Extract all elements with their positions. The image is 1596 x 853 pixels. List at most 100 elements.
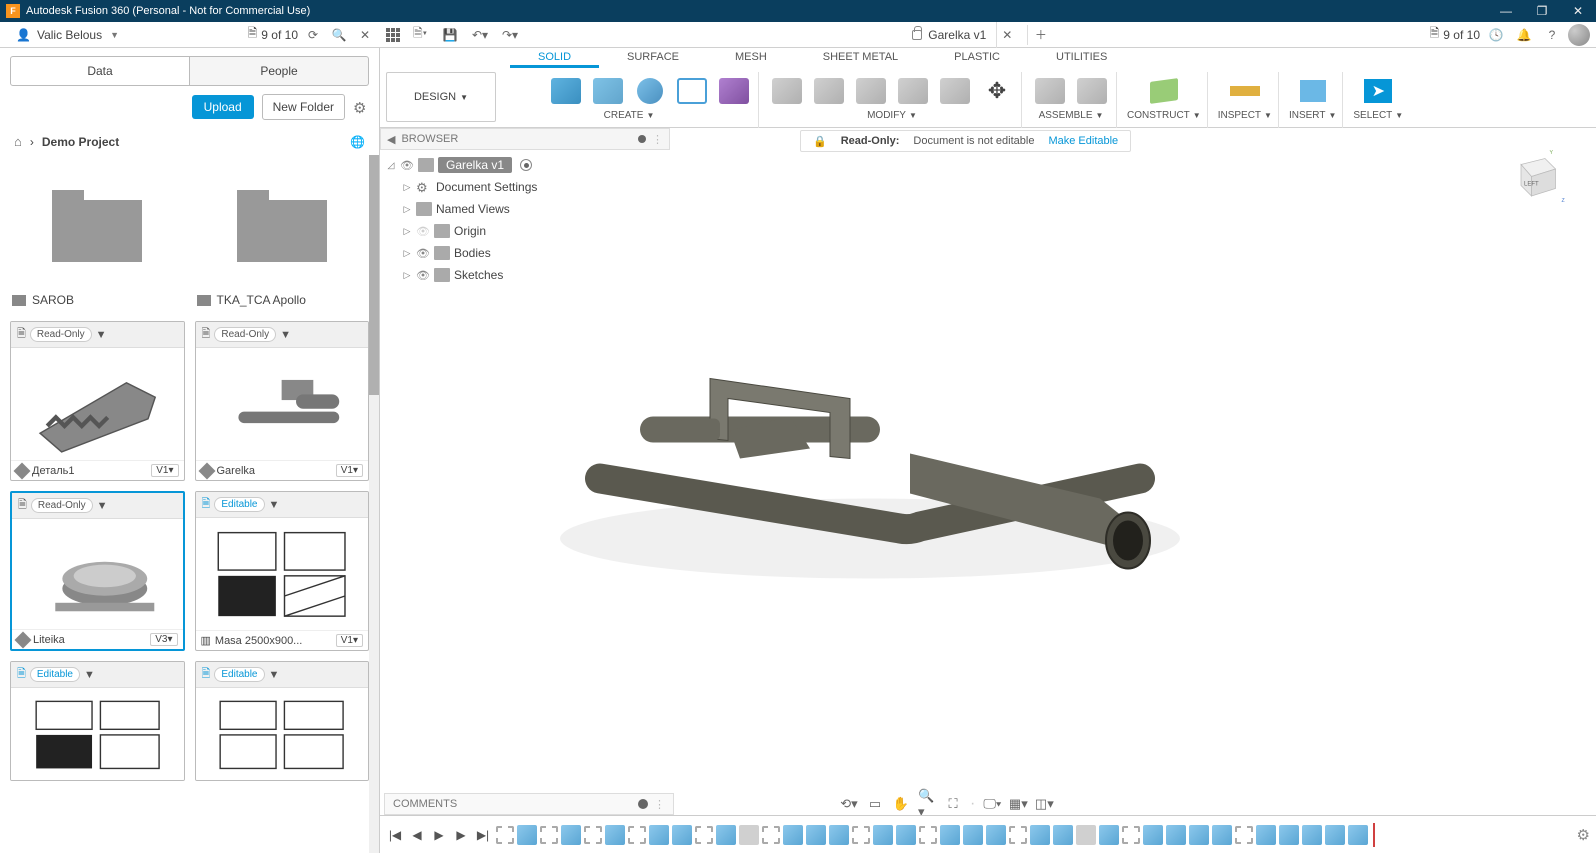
breadcrumb-project[interactable]: Demo Project xyxy=(42,135,119,149)
combine-button[interactable] xyxy=(895,73,931,109)
tree-item-named-views[interactable]: ▷ Named Views xyxy=(380,198,670,220)
timeline-play-button[interactable]: ▶ xyxy=(430,828,448,842)
visibility-icon[interactable]: 👁 xyxy=(416,269,430,282)
twisty-icon[interactable]: ▷ xyxy=(402,248,412,259)
timeline-step[interactable] xyxy=(540,826,558,844)
timeline-step[interactable] xyxy=(496,826,514,844)
timeline-step[interactable] xyxy=(1212,825,1232,845)
timeline-steps[interactable] xyxy=(496,823,1567,847)
pan-button[interactable]: ✋ xyxy=(892,795,910,813)
select-button[interactable]: ➤ xyxy=(1360,73,1396,109)
user-menu[interactable]: 👤 Valic Belous ▼ xyxy=(8,28,127,42)
fit-button[interactable]: ⛶ xyxy=(944,795,962,813)
timeline-step[interactable] xyxy=(1009,826,1027,844)
zoom-button[interactable]: 🔍▾ xyxy=(918,795,936,813)
twisty-icon[interactable]: ▷ xyxy=(402,182,412,193)
timeline-step[interactable] xyxy=(986,825,1006,845)
timeline-step[interactable] xyxy=(561,825,581,845)
joint-button[interactable] xyxy=(1074,73,1110,109)
ribbon-tab-surface[interactable]: SURFACE xyxy=(599,48,707,68)
timeline-step[interactable] xyxy=(1348,825,1368,845)
timeline-step[interactable] xyxy=(716,825,736,845)
timeline-step[interactable] xyxy=(940,825,960,845)
visibility-icon[interactable]: 👁 xyxy=(400,159,414,172)
timeline-step[interactable] xyxy=(852,826,870,844)
redo-button[interactable]: ↷▾ xyxy=(500,25,520,45)
activate-icon[interactable] xyxy=(520,159,532,171)
document-tab[interactable]: Garelka v1 xyxy=(902,22,997,48)
timeline-step[interactable] xyxy=(1235,826,1253,844)
measure-button[interactable] xyxy=(1227,73,1263,109)
close-panel-button[interactable]: ✕ xyxy=(354,24,376,46)
timeline-forward-button[interactable]: ▶ xyxy=(452,828,470,842)
timeline-step[interactable] xyxy=(1256,825,1276,845)
timeline-step[interactable] xyxy=(1030,825,1050,845)
ribbon-tab-solid[interactable]: SOLID xyxy=(510,48,599,68)
timeline-step[interactable] xyxy=(1302,825,1322,845)
ribbon-tab-plastic[interactable]: PLASTIC xyxy=(926,48,1028,68)
twisty-icon[interactable]: ▷ xyxy=(402,204,412,215)
new-folder-button[interactable]: New Folder xyxy=(262,94,345,120)
timeline-start-button[interactable]: |◀ xyxy=(386,828,404,842)
window-restore-button[interactable]: ❐ xyxy=(1524,0,1560,22)
twisty-icon[interactable]: ▷ xyxy=(402,226,412,237)
comments-panel[interactable]: COMMENTS ⋮ xyxy=(384,793,674,815)
design-card[interactable]: 🗎Editable▼ xyxy=(195,661,370,781)
timeline-step[interactable] xyxy=(739,825,759,845)
split-button[interactable] xyxy=(937,73,973,109)
timeline-step[interactable] xyxy=(963,825,983,845)
new-tab-button[interactable]: ＋ xyxy=(1027,25,1047,45)
design-card[interactable]: 🗎Editable▼ ▥Masa 2500x900...V1▾ xyxy=(195,491,370,651)
visibility-icon[interactable]: 👁 xyxy=(416,225,430,238)
grid-settings-button[interactable]: ▦▾ xyxy=(1009,795,1027,813)
plane-button[interactable] xyxy=(1146,73,1182,109)
twisty-icon[interactable]: ▷ xyxy=(402,270,412,281)
make-editable-link[interactable]: Make Editable xyxy=(1048,135,1118,147)
timeline-step[interactable] xyxy=(806,825,826,845)
timeline-back-button[interactable]: ◀ xyxy=(408,828,426,842)
design-card[interactable]: 🗎Read-Only▼ GarelkaV1▾ xyxy=(195,321,370,481)
look-at-button[interactable]: ▭ xyxy=(866,795,884,813)
drag-handle-icon[interactable]: ⋮ xyxy=(654,798,665,811)
settings-icon[interactable]: ⚙ xyxy=(353,99,369,115)
close-tab-button[interactable]: ✕ xyxy=(997,25,1017,45)
timeline-step[interactable] xyxy=(695,826,713,844)
tree-item-sketches[interactable]: ▷ 👁 Sketches xyxy=(380,264,670,286)
scrollbar[interactable] xyxy=(369,155,379,853)
version-badge[interactable]: V1▾ xyxy=(336,634,363,647)
refresh-button[interactable]: ⟳ xyxy=(302,24,324,46)
fillet-button[interactable] xyxy=(811,73,847,109)
move-button[interactable]: ✥ xyxy=(979,73,1015,109)
design-card[interactable]: 🗎Read-Only▼ LiteikaV3▾ xyxy=(10,491,185,651)
timeline-step[interactable] xyxy=(896,825,916,845)
tab-data[interactable]: Data xyxy=(10,56,190,86)
new-component-button[interactable] xyxy=(1032,73,1068,109)
press-pull-button[interactable] xyxy=(769,73,805,109)
shell-button[interactable] xyxy=(853,73,889,109)
timeline-step[interactable] xyxy=(1076,825,1096,845)
folder-card[interactable]: TKA_TCA Apollo xyxy=(195,161,370,311)
save-button[interactable]: 💾 xyxy=(440,25,460,45)
create-sketch-button[interactable] xyxy=(506,73,542,109)
help-button[interactable]: ? xyxy=(1540,23,1564,47)
design-card[interactable]: 🗎Read-Only▼ Деталь1V1▾ xyxy=(10,321,185,481)
file-menu[interactable]: 🗎▾ xyxy=(410,25,430,45)
collapse-icon[interactable]: ◀ xyxy=(387,133,395,146)
open-on-web-icon[interactable]: 🌐 xyxy=(350,135,365,149)
timeline-settings-button[interactable]: ⚙ xyxy=(1577,826,1590,844)
timeline-step[interactable] xyxy=(829,825,849,845)
timeline-step[interactable] xyxy=(783,825,803,845)
timeline-step[interactable] xyxy=(1122,826,1140,844)
insert-button[interactable] xyxy=(1295,73,1331,109)
window-close-button[interactable]: ✕ xyxy=(1560,0,1596,22)
timeline-step[interactable] xyxy=(1053,825,1073,845)
user-avatar[interactable] xyxy=(1568,24,1590,46)
display-settings-button[interactable]: 🖵▾ xyxy=(983,795,1001,813)
drag-handle-icon[interactable]: ⋮ xyxy=(652,133,663,146)
timeline-step[interactable] xyxy=(1166,825,1186,845)
timeline-step[interactable] xyxy=(1099,825,1119,845)
undo-button[interactable]: ↶▾ xyxy=(470,25,490,45)
timeline-step[interactable] xyxy=(919,826,937,844)
timeline-step[interactable] xyxy=(1189,825,1209,845)
ribbon-tab-sheet-metal[interactable]: SHEET METAL xyxy=(795,48,926,68)
